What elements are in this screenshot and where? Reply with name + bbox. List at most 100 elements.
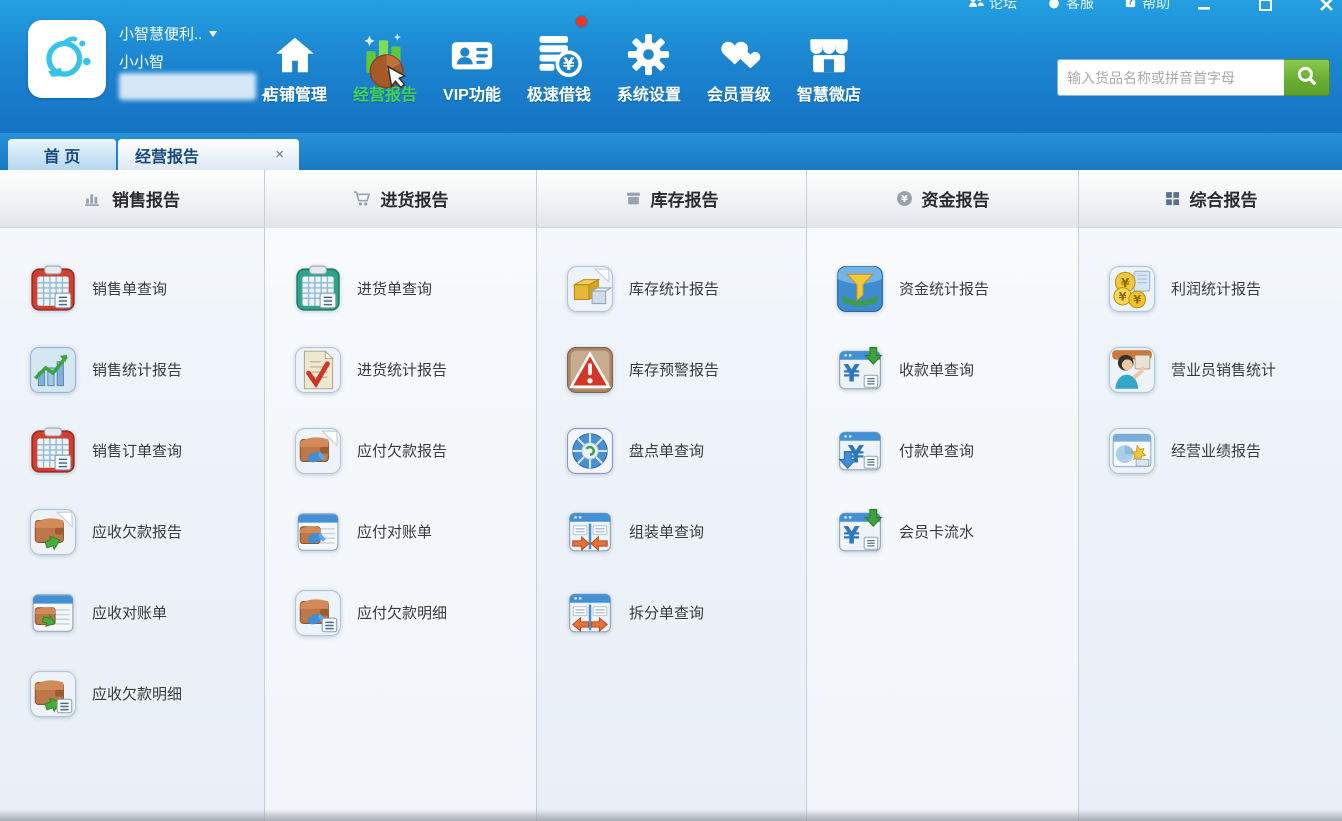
- report-item[interactable]: 应收对账单: [0, 572, 264, 653]
- report-item[interactable]: 库存统计报告: [537, 248, 806, 329]
- report-item[interactable]: 应付欠款报告: [265, 410, 536, 491]
- search-input[interactable]: [1057, 59, 1284, 96]
- clerk-sales-icon: [1108, 346, 1156, 394]
- report-item[interactable]: ¥收款单查询: [807, 329, 1078, 410]
- nav-label: 系统设置: [617, 81, 681, 105]
- forum-label: 论坛: [989, 0, 1017, 13]
- report-item[interactable]: 资金统计报告: [807, 248, 1078, 329]
- column-header-label: 综合报告: [1190, 186, 1258, 211]
- nav-system-settings[interactable]: 系统设置: [604, 14, 694, 105]
- report-item[interactable]: ¥¥¥利润统计报告: [1079, 248, 1342, 329]
- tab-home-label: 首 页: [44, 143, 80, 167]
- wallet-pay-report-icon: [294, 427, 342, 475]
- customer-service-link[interactable]: 客服: [1047, 0, 1094, 13]
- purchase-header-icon: [353, 190, 372, 207]
- wallet-pay-detail-icon: [294, 589, 342, 637]
- split-icon: [566, 589, 614, 637]
- report-item[interactable]: 销售订单查询: [0, 410, 264, 491]
- store-selector[interactable]: 小智慧便利..: [119, 23, 217, 44]
- main-nav: 店铺管理经营报告VIP功能¥极速借钱系统设置会员晋级智慧微店: [250, 14, 874, 105]
- report-grid: 销售单查询销售统计报告销售订单查询应收欠款报告应收对账单应收欠款明细进货单查询进…: [0, 227, 1342, 821]
- report-item-label: 营业员销售统计: [1171, 359, 1276, 380]
- nav-smart-microstore[interactable]: 智慧微店: [784, 14, 874, 105]
- clipboard-red-order-icon: [29, 427, 77, 475]
- tab-home[interactable]: 首 页: [8, 139, 116, 170]
- report-item[interactable]: 库存预警报告: [537, 329, 806, 410]
- customer-service-label: 客服: [1066, 0, 1094, 13]
- report-item[interactable]: 应收欠款报告: [0, 491, 264, 572]
- nav-shop-manage[interactable]: 店铺管理: [250, 14, 340, 105]
- sales-header-icon: [84, 190, 103, 207]
- report-item[interactable]: 组装单查询: [537, 491, 806, 572]
- tab-business-report[interactable]: 经营报告 ×: [118, 139, 299, 170]
- tab-business-report-label: 经营报告: [135, 143, 199, 167]
- report-item[interactable]: ¥会员卡流水: [807, 491, 1078, 572]
- nav-vip-features[interactable]: VIP功能: [430, 14, 514, 105]
- report-item[interactable]: ¥ 付款单查询: [807, 410, 1078, 491]
- tab-close-icon[interactable]: ×: [272, 146, 287, 163]
- clipboard-red-icon: [29, 265, 77, 313]
- assemble-icon: [566, 508, 614, 556]
- nav-label: 极速借钱: [527, 81, 591, 105]
- help-link[interactable]: ? 帮助: [1124, 0, 1170, 13]
- report-item-label: 盘点单查询: [629, 440, 704, 461]
- report-item-label: 拆分单查询: [629, 602, 704, 623]
- report-item[interactable]: 经营业绩报告: [1079, 410, 1342, 491]
- app-logo[interactable]: [28, 20, 106, 98]
- nav-member-upgrade[interactable]: 会员晋级: [694, 14, 784, 105]
- svg-text:¥: ¥: [843, 359, 860, 387]
- maximize-button[interactable]: [1258, 0, 1273, 12]
- report-item[interactable]: 应付对账单: [265, 491, 536, 572]
- stocktake-icon: [566, 427, 614, 475]
- report-item[interactable]: 销售单查询: [0, 248, 264, 329]
- report-item[interactable]: 进货统计报告: [265, 329, 536, 410]
- nav-label: 智慧微店: [797, 81, 861, 105]
- report-item[interactable]: 应付欠款明细: [265, 572, 536, 653]
- column-header-label: 库存报告: [651, 186, 719, 211]
- report-column-sales: 销售单查询销售统计报告销售订单查询应收欠款报告应收对账单应收欠款明细: [0, 227, 265, 821]
- minimize-button[interactable]: [1197, 0, 1212, 12]
- report-item-label: 组装单查询: [629, 521, 704, 542]
- column-headers: 销售报告进货报告库存报告¥资金报告综合报告: [0, 170, 1342, 228]
- search-icon: [1296, 65, 1318, 90]
- redacted-account-info: [119, 73, 256, 100]
- report-item-label: 应付欠款明细: [357, 602, 447, 623]
- column-header-funds: ¥ 资金报告: [807, 170, 1079, 227]
- report-item-label: 付款单查询: [899, 440, 974, 461]
- help-icon: ?: [1124, 0, 1137, 11]
- store-info: 小智慧便利.. 小小智: [119, 23, 217, 72]
- report-item[interactable]: 营业员销售统计: [1079, 329, 1342, 410]
- svg-text:¥: ¥: [1133, 292, 1141, 306]
- report-item[interactable]: 拆分单查询: [537, 572, 806, 653]
- nav-quick-loan[interactable]: ¥极速借钱: [514, 14, 604, 105]
- close-button[interactable]: [1319, 0, 1334, 12]
- receipt-query-icon: ¥: [836, 346, 884, 394]
- column-header-purchase: 进货报告: [265, 170, 537, 227]
- tab-bar: 首 页 经营报告 ×: [0, 133, 1342, 170]
- wallet-window-icon: [29, 589, 77, 637]
- column-header-label: 资金报告: [922, 186, 990, 211]
- gear-icon: [625, 14, 672, 78]
- top-utility-links: 论坛 客服 ? 帮助: [968, 0, 1170, 15]
- search-button[interactable]: [1284, 59, 1330, 96]
- report-dashboard: 销售报告进货报告库存报告¥资金报告综合报告 销售单查询销售统计报告销售订单查询应…: [0, 170, 1342, 821]
- payment-query-icon: ¥: [836, 427, 884, 475]
- wallet-pay-window-icon: [294, 508, 342, 556]
- report-item[interactable]: 盘点单查询: [537, 410, 806, 491]
- report-item[interactable]: 应收欠款明细: [0, 653, 264, 734]
- report-item[interactable]: 进货单查询: [265, 248, 536, 329]
- nav-business-report[interactable]: 经营报告: [340, 29, 430, 105]
- report-item[interactable]: 销售统计报告: [0, 329, 264, 410]
- svg-text:?: ?: [1128, 0, 1133, 7]
- stock-stats-icon: [566, 265, 614, 313]
- store-name: 小智慧便利..: [119, 23, 202, 44]
- report-item-label: 应收对账单: [92, 602, 167, 623]
- brand-icon: [31, 21, 103, 98]
- report-item-label: 库存预警报告: [629, 359, 719, 380]
- shop-icon: [805, 14, 853, 78]
- forum-link[interactable]: 论坛: [968, 0, 1017, 13]
- report-icon: [354, 29, 416, 93]
- report-item-label: 销售单查询: [92, 278, 167, 299]
- profit-stats-icon: ¥¥¥: [1108, 265, 1156, 313]
- svg-text:¥: ¥: [901, 194, 908, 205]
